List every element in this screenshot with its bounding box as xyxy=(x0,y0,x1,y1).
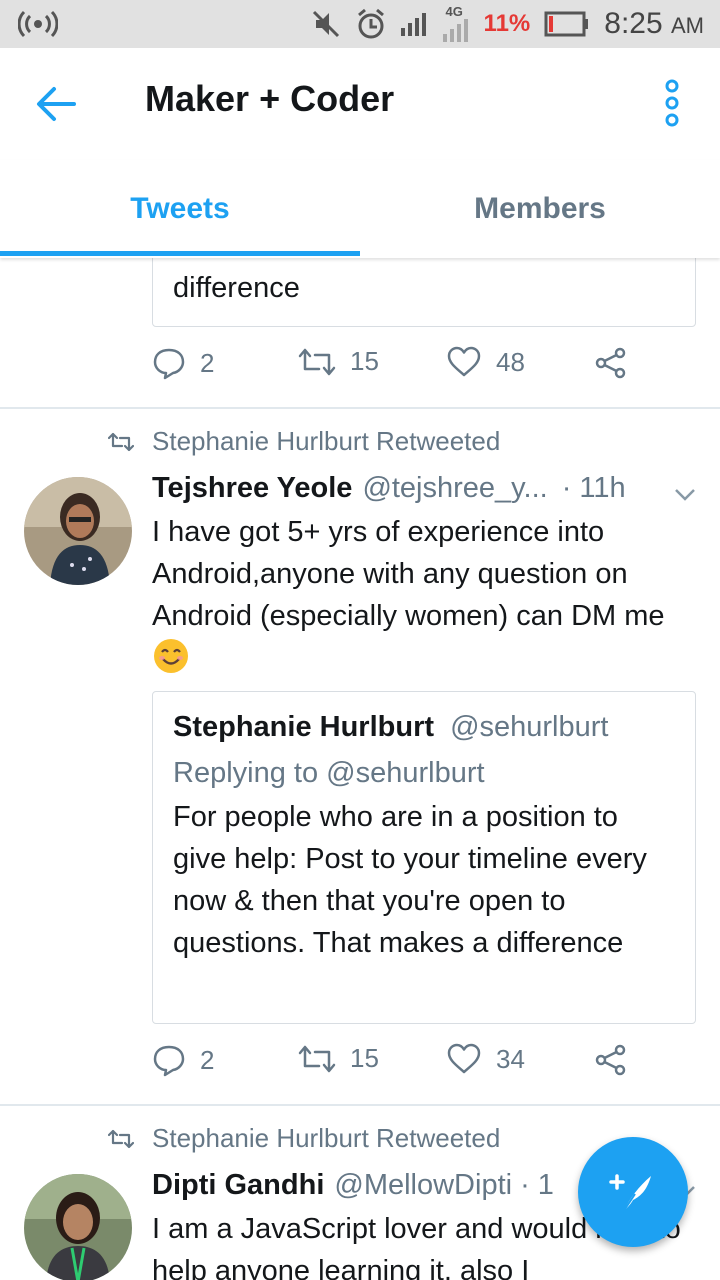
retweeted-by-label: Stephanie Hurlburt Retweeted xyxy=(108,1123,500,1154)
tweet-time: · 11h xyxy=(561,472,626,504)
retweet-icon xyxy=(298,348,336,375)
quoted-tweet-text: For people who are in a position to give… xyxy=(173,801,647,959)
compose-tweet-button[interactable] xyxy=(578,1137,688,1247)
tab-tweets[interactable]: Tweets xyxy=(0,160,360,258)
like-button[interactable]: 48 xyxy=(446,346,525,378)
quoted-author-name: Stephanie Hurlburt xyxy=(173,711,435,743)
retweet-small-icon xyxy=(108,432,134,451)
reply-button[interactable]: 2 xyxy=(152,346,214,380)
retweet-button[interactable]: 15 xyxy=(298,1043,379,1074)
author-name[interactable]: Tejshree Yeole xyxy=(152,472,352,505)
like-button[interactable]: 34 xyxy=(446,1043,525,1075)
author-name[interactable]: Dipti Gandhi xyxy=(152,1169,324,1202)
smiling-face-emoji-icon xyxy=(154,639,188,673)
quoted-tweet-card[interactable]: Stephanie Hurlburt @sehurlburt Replying … xyxy=(152,691,696,1024)
network-type-label: 4G xyxy=(445,4,463,19)
more-options-icon[interactable] xyxy=(660,78,684,128)
like-count: 34 xyxy=(496,1043,525,1074)
tweet-feed[interactable]: difference 2 15 48 Stephanie Hurlburt Re… xyxy=(0,258,720,1280)
share-icon xyxy=(595,1044,626,1076)
heart-icon xyxy=(447,346,481,377)
hotspot-icon xyxy=(18,10,58,38)
heart-icon xyxy=(447,1043,481,1074)
retweet-icon xyxy=(298,1045,336,1072)
clock: 8:25 AM xyxy=(604,7,704,40)
share-button[interactable] xyxy=(594,346,628,380)
replying-to-label: Replying to @sehurlburt xyxy=(173,757,485,789)
divider xyxy=(0,407,720,409)
signal-2-icon xyxy=(442,19,468,42)
reply-icon xyxy=(153,348,185,380)
battery-percent: 11% xyxy=(483,10,531,37)
tweet-actions: 2 15 48 xyxy=(152,346,652,390)
reply-count: 2 xyxy=(200,1044,215,1075)
mute-icon xyxy=(312,10,339,38)
app-bar: Maker + Coder xyxy=(0,48,720,160)
divider xyxy=(0,1104,720,1106)
back-arrow-icon[interactable] xyxy=(34,84,78,124)
status-bar: 4G 11% 8:25 AM xyxy=(0,0,720,48)
author-handle[interactable]: @MellowDipti xyxy=(334,1169,512,1202)
reply-count: 2 xyxy=(200,347,215,378)
retweet-button[interactable]: 15 xyxy=(298,346,379,377)
retweet-count: 15 xyxy=(350,1043,379,1073)
quoted-tweet-text: difference xyxy=(173,272,300,304)
retweet-small-icon xyxy=(108,1129,134,1148)
tab-members[interactable]: Members xyxy=(360,160,720,258)
retweet-count: 15 xyxy=(350,346,379,376)
alarm-icon xyxy=(357,8,384,39)
share-icon xyxy=(595,347,626,379)
quoted-author-handle: @sehurlburt xyxy=(450,711,609,743)
chevron-down-icon[interactable] xyxy=(674,488,696,502)
avatar[interactable] xyxy=(24,1174,132,1280)
tweet-actions: 2 15 34 xyxy=(152,1043,652,1087)
like-count: 48 xyxy=(496,346,525,377)
signal-icon xyxy=(400,13,426,36)
reply-button[interactable]: 2 xyxy=(152,1043,214,1077)
author-handle[interactable]: @tejshree_y... xyxy=(362,472,547,505)
avatar[interactable] xyxy=(24,477,132,585)
tweet-time: · 1 xyxy=(520,1169,554,1201)
retweeted-by-label: Stephanie Hurlburt Retweeted xyxy=(108,426,500,457)
page-title: Maker + Coder xyxy=(145,78,395,119)
tweet-header: Tejshree Yeole @tejshree_y... · 11h xyxy=(152,472,702,505)
compose-feather-icon xyxy=(609,1174,651,1213)
battery-icon xyxy=(544,11,589,37)
tweet-text: I have got 5+ yrs of experience into And… xyxy=(152,511,692,679)
quoted-tweet-card[interactable]: difference xyxy=(152,258,696,327)
reply-icon xyxy=(153,1045,185,1077)
share-button[interactable] xyxy=(594,1043,628,1077)
tab-bar: Tweets Members xyxy=(0,160,720,258)
